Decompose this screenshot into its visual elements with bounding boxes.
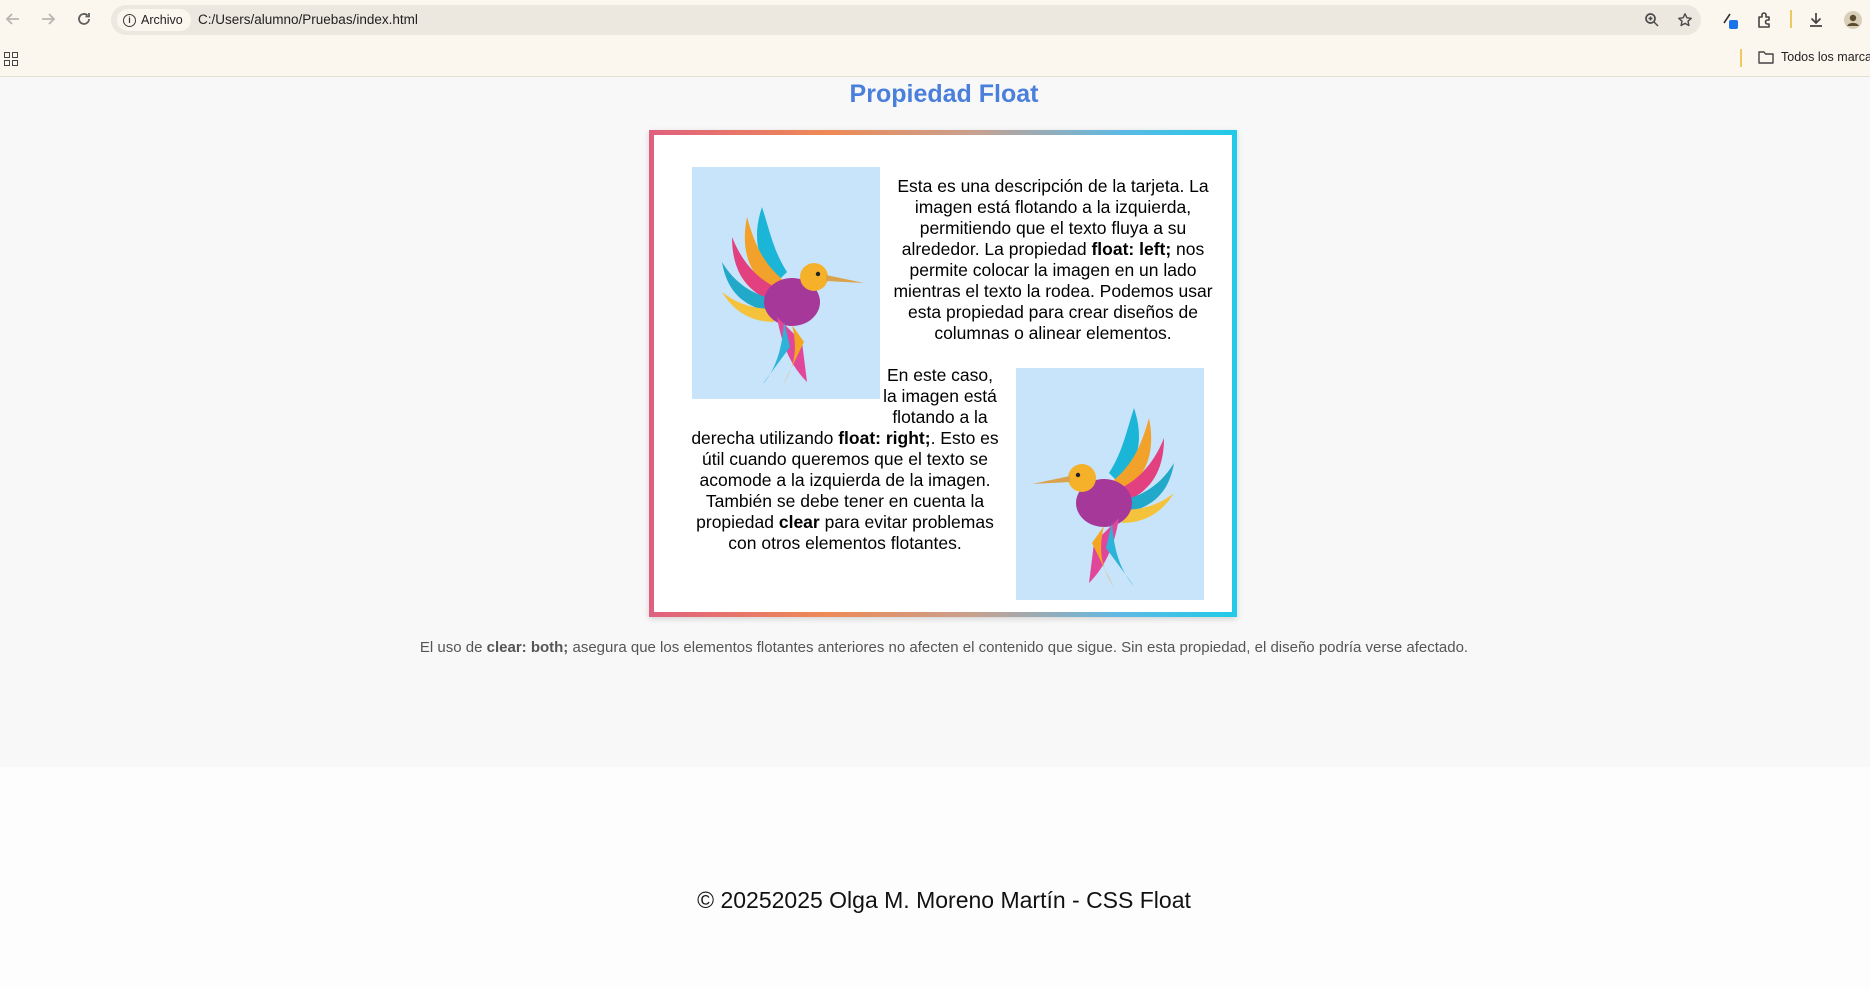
code-clear-both: clear: both; [486, 639, 569, 656]
all-bookmarks-label: Todos los marcadores [1781, 50, 1870, 64]
card-paragraph-left-float: Esta es una descripción de la tarjeta. L… [886, 176, 1220, 344]
star-icon[interactable] [1676, 11, 1694, 29]
paragraph-text: derecha utilizando [691, 428, 839, 448]
site-info-label: Archivo [141, 13, 183, 27]
float-card: Esta es una descripción de la tarjeta. L… [649, 130, 1237, 617]
note-text: asegura que los elementos flotantes ante… [568, 639, 1469, 656]
extensions-icon[interactable] [1752, 7, 1778, 33]
download-icon[interactable] [1803, 7, 1829, 33]
page-content: Propiedad Float Esta es una descripción … [0, 78, 1870, 767]
back-button[interactable] [0, 6, 26, 32]
paragraph-line: la imagen está [883, 386, 997, 406]
footer-copyright: © 20252025 Olga M. Moreno Martín - CSS F… [697, 887, 1191, 913]
browser-toolbar: i Archivo C:/Users/alumno/Pruebas/index.… [0, 0, 1870, 40]
info-icon: i [123, 13, 136, 27]
code-clear: clear [778, 512, 820, 532]
hummingbird-image-right [1016, 368, 1204, 600]
url-text[interactable]: C:/Users/alumno/Pruebas/index.html [198, 12, 418, 27]
card-paragraph-right-float: En este caso, la imagen está flotando a … [680, 365, 1010, 554]
note-text: El uso de [419, 639, 487, 656]
all-bookmarks-folder[interactable]: Todos los marcadores [1758, 50, 1870, 64]
toolbar-divider [1790, 10, 1792, 28]
page-footer: © 20252025 Olga M. Moreno Martín - CSS F… [0, 767, 1870, 989]
paragraph-line: flotando a la [892, 407, 988, 427]
card-body: Esta es una descripción de la tarjeta. L… [654, 135, 1232, 612]
clear-both-note: El uso de clear: both; asegura que los e… [0, 639, 1870, 656]
reload-icon [78, 13, 90, 25]
page-title: Propiedad Float [849, 80, 1039, 108]
bookmarks-divider [1740, 49, 1742, 67]
arrow-left-icon [5, 13, 19, 25]
folder-icon [1758, 51, 1774, 64]
arrow-right-icon [42, 13, 56, 25]
extension-pin-icon[interactable] [1718, 7, 1744, 33]
zoom-icon[interactable] [1643, 11, 1661, 29]
apps-grid-icon[interactable] [4, 52, 18, 66]
forward-button[interactable] [35, 6, 61, 32]
paragraph-line: En este caso, [886, 365, 994, 385]
bookmarks-bar: Todos los marcadores [0, 40, 1870, 77]
code-float-left: float: left; [1091, 239, 1172, 259]
profile-avatar-icon[interactable] [1840, 7, 1866, 33]
reload-button[interactable] [71, 6, 97, 32]
address-bar[interactable]: i Archivo C:/Users/alumno/Pruebas/index.… [111, 5, 1701, 35]
code-float-right: float: right; [838, 428, 931, 448]
site-info-chip[interactable]: i Archivo [117, 9, 191, 31]
